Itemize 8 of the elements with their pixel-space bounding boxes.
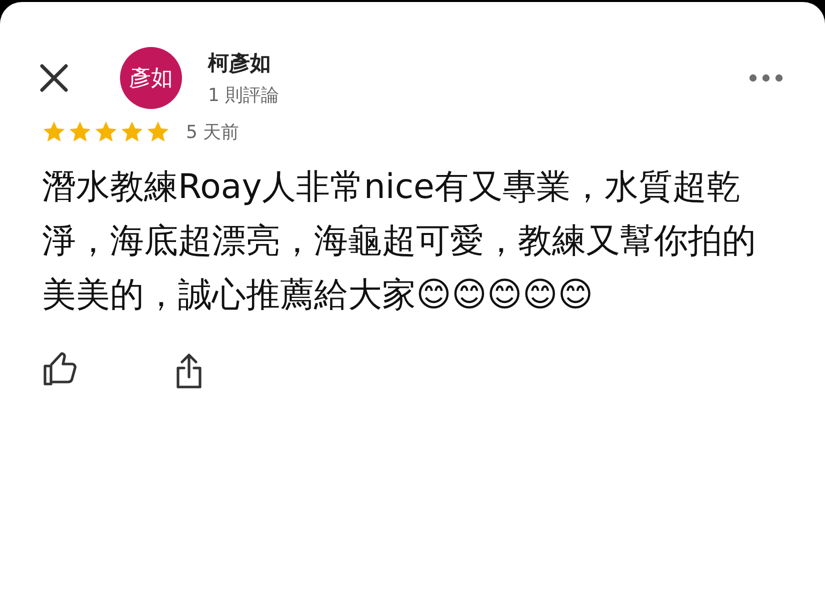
review-text: 潛水教練Roay人非常nice有又專業，水質超乾淨，海底超漂亮，海龜超可愛，教練又幫你拍的美美的，誠心推薦給大家😊😊😊😊😊 bbox=[41, 166, 757, 317]
reviewer-name: 柯彥如 bbox=[208, 50, 272, 77]
share-button[interactable] bbox=[174, 352, 204, 390]
close-button[interactable] bbox=[38, 62, 70, 94]
avatar: 彥如 bbox=[120, 47, 182, 109]
more-options-button[interactable] bbox=[749, 72, 783, 84]
review-count: 1 則評論 bbox=[208, 84, 280, 107]
review-time: 5 天前 bbox=[186, 121, 240, 144]
